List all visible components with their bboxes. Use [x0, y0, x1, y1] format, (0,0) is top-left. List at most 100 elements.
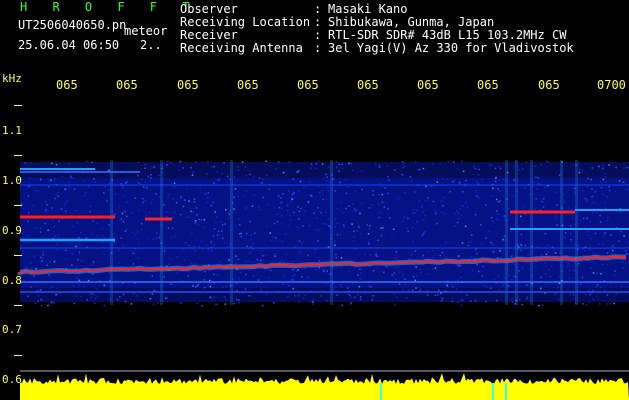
noise-speckle [572, 292, 575, 295]
noise-speckle [186, 188, 188, 190]
noise-speckle [217, 273, 219, 276]
noise-speckle [27, 295, 29, 297]
noise-speckle [541, 198, 544, 201]
noise-speckle [195, 161, 198, 163]
freq-tick-mark [14, 255, 22, 256]
noise-speckle [423, 218, 425, 221]
noise-speckle [416, 209, 418, 211]
noise-speckle [84, 192, 87, 194]
info-separator: : [314, 41, 322, 55]
noise-speckle [140, 228, 143, 231]
noise-speckle [485, 286, 487, 288]
noise-speckle [481, 242, 483, 245]
noise-speckle [218, 177, 221, 180]
noise-speckle [249, 252, 251, 254]
noise-speckle [244, 166, 247, 168]
noise-speckle [360, 272, 362, 274]
noise-speckle [520, 215, 522, 218]
noise-speckle [150, 177, 152, 179]
noise-speckle [195, 207, 198, 209]
noise-speckle [470, 300, 472, 302]
noise-speckle [118, 262, 120, 264]
noise-speckle [296, 258, 299, 260]
noise-speckle [443, 255, 446, 257]
noise-speckle [584, 249, 586, 252]
noise-speckle [316, 217, 318, 219]
noise-speckle [275, 237, 277, 239]
noise-speckle [262, 304, 264, 307]
hrofft-window: H R O F F T UT2506040650.pn meteor 25.06… [0, 0, 629, 400]
noise-speckle [461, 242, 464, 244]
noise-speckle [345, 207, 347, 210]
noise-speckle [166, 297, 168, 299]
noise-speckle [591, 201, 594, 204]
noise-speckle [194, 262, 197, 265]
noise-speckle [545, 253, 548, 256]
noise-speckle [456, 221, 459, 224]
noise-speckle [625, 189, 628, 191]
noise-speckle [40, 203, 43, 206]
noise-speckle [233, 208, 235, 210]
noise-speckle [403, 216, 405, 219]
noise-speckle [119, 296, 121, 298]
noise-speckle [349, 303, 352, 305]
noise-speckle [120, 183, 122, 185]
noise-speckle [475, 190, 477, 192]
noise-speckle [580, 219, 582, 222]
noise-speckle [526, 297, 528, 300]
noise-speckle [201, 240, 203, 242]
noise-speckle [333, 177, 335, 179]
noise-speckle [72, 225, 74, 228]
noise-speckle [434, 210, 436, 212]
level-marker [505, 383, 507, 400]
noise-speckle [620, 285, 623, 288]
noise-speckle [134, 252, 136, 255]
noise-speckle [57, 195, 60, 198]
noise-speckle [611, 245, 614, 247]
noise-speckle [452, 181, 454, 183]
noise-speckle [209, 286, 212, 288]
noise-speckle [33, 256, 36, 258]
noise-speckle [152, 166, 154, 169]
noise-speckle [403, 162, 405, 165]
noise-speckle [497, 257, 499, 259]
noise-speckle [228, 212, 230, 214]
noise-speckle [312, 303, 314, 305]
noise-speckle [268, 188, 270, 190]
noise-speckle [473, 165, 475, 168]
noise-speckle [298, 190, 300, 192]
noise-speckle [221, 237, 224, 240]
noise-speckle [348, 293, 350, 295]
noise-speckle [492, 187, 494, 190]
noise-speckle [212, 235, 215, 237]
noise-speckle [361, 202, 363, 205]
noise-speckle [358, 285, 361, 288]
noise-speckle [174, 221, 176, 224]
noise-speckle [570, 239, 572, 241]
noise-speckle [277, 195, 280, 197]
noise-speckle [326, 300, 328, 302]
noise-speckle [169, 258, 172, 260]
noise-speckle [103, 192, 105, 194]
noise-speckle [591, 195, 593, 198]
noise-speckle [122, 244, 124, 247]
noise-speckle [608, 186, 610, 188]
noise-speckle [622, 267, 624, 269]
noise-speckle [535, 198, 537, 200]
noise-speckle [83, 180, 85, 182]
noise-speckle [321, 163, 324, 165]
noise-speckle [213, 228, 216, 230]
noise-speckle [353, 236, 355, 238]
noise-speckle [246, 245, 249, 248]
noise-speckle [587, 177, 589, 180]
noise-speckle [458, 181, 461, 184]
noise-speckle [416, 221, 419, 223]
noise-speckle [587, 230, 589, 233]
noise-speckle [269, 232, 271, 234]
noise-speckle [55, 243, 58, 245]
noise-speckle [585, 293, 587, 296]
noise-speckle [456, 210, 458, 212]
noise-speckle [554, 218, 557, 220]
noise-speckle [437, 294, 439, 296]
noise-speckle [442, 178, 444, 180]
